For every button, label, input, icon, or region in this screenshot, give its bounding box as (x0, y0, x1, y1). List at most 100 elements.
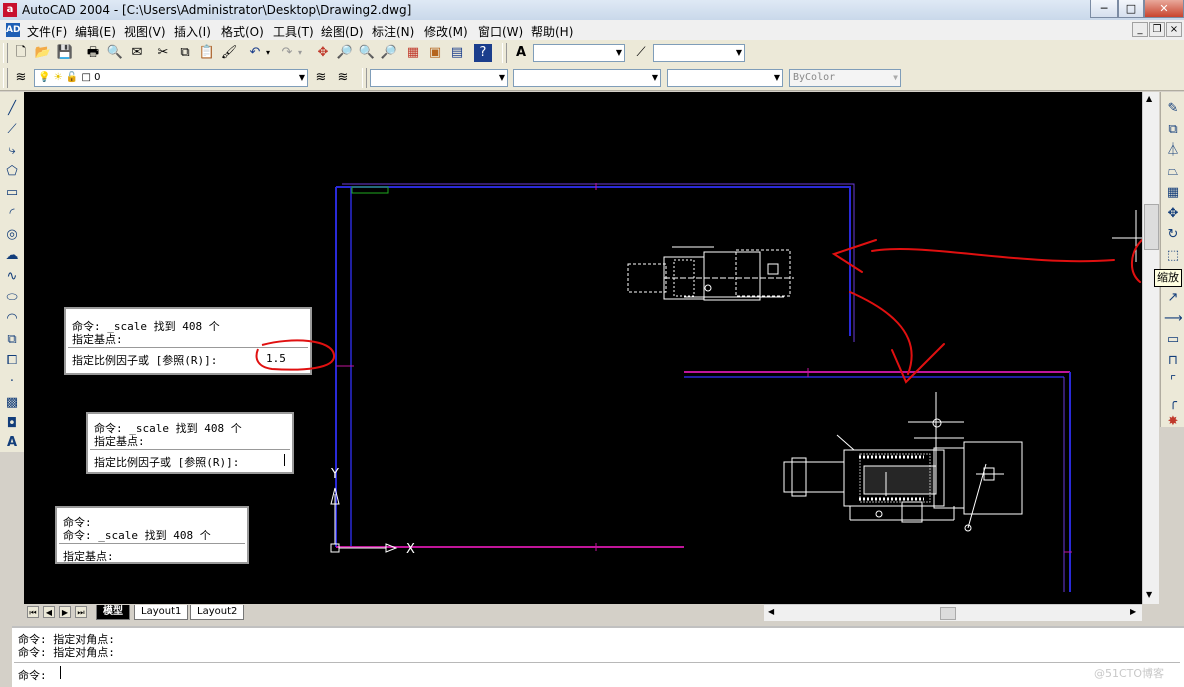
revision-cloud-icon[interactable]: ☁ (3, 247, 21, 265)
new-icon[interactable]: 🗋 (12, 44, 30, 62)
pan-icon[interactable]: ✥ (314, 44, 332, 62)
text-style-select[interactable]: ▼ (533, 44, 625, 62)
scroll-up-icon[interactable]: ▲ (1146, 94, 1152, 103)
insert-block-icon[interactable]: ⧉ (3, 331, 21, 349)
menu-draw[interactable]: 绘图(D) (321, 23, 364, 40)
offset-icon[interactable]: ⏢ (1164, 163, 1182, 181)
layer-select[interactable]: 💡 ☀ 🔓 □ 0 ▼ (34, 69, 308, 87)
redo-dropdown-icon[interactable]: ▾ (298, 48, 302, 57)
menu-window[interactable]: 窗口(W) (478, 23, 523, 40)
undo-icon[interactable]: ↶ (246, 44, 264, 62)
text-style-icon[interactable]: A (512, 44, 530, 62)
plot-style-select[interactable]: ByColor ▼ (789, 69, 901, 87)
publish-icon[interactable]: ✉ (128, 44, 146, 62)
polyline-icon[interactable]: ⤷ (3, 142, 21, 160)
command-input[interactable] (60, 666, 61, 679)
layer-previous-icon[interactable]: ≋ (334, 69, 352, 87)
maximize-button[interactable]: □ (1118, 0, 1144, 18)
tab-last-icon[interactable]: ⏭ (75, 606, 87, 618)
tab-prev-icon[interactable]: ◀ (43, 606, 55, 618)
scale-icon[interactable]: ⬚ (1164, 247, 1182, 265)
region-icon[interactable]: ◘ (3, 415, 21, 433)
tab-layout1[interactable]: Layout1 (134, 605, 189, 620)
redo-icon[interactable]: ↷ (278, 44, 296, 62)
vertical-scrollbar[interactable]: ▲ ▼ (1142, 92, 1159, 604)
line-icon[interactable]: ╱ (3, 100, 21, 118)
scroll-left-icon[interactable]: ◀ (768, 607, 774, 616)
make-block-icon[interactable]: ⧠ (3, 352, 21, 370)
tab-layout2[interactable]: Layout2 (190, 605, 245, 620)
menu-tools[interactable]: 工具(T) (273, 23, 314, 40)
menu-view[interactable]: 视图(V) (124, 23, 166, 40)
cut-icon[interactable]: ✂ (154, 44, 172, 62)
scroll-down-icon[interactable]: ▼ (1146, 590, 1152, 599)
ellipse-icon[interactable]: ⬭ (3, 289, 21, 307)
save-icon[interactable]: 💾 (56, 44, 74, 62)
toolbar-grip[interactable] (362, 68, 367, 88)
help-icon[interactable]: ? (474, 44, 492, 62)
copy-object-icon[interactable]: ⧉ (1164, 121, 1182, 139)
paste-icon[interactable]: 📋 (198, 44, 216, 62)
lengthen-icon[interactable]: ↗ (1164, 289, 1182, 307)
fillet-icon[interactable]: ╭ (1164, 394, 1182, 412)
color-select[interactable]: ▼ (370, 69, 508, 87)
minimize-button[interactable]: ─ (1090, 0, 1118, 18)
menu-file[interactable]: 文件(F) (27, 23, 67, 40)
linetype-select[interactable]: ▼ (513, 69, 661, 87)
erase-icon[interactable]: ✎ (1164, 100, 1182, 118)
doc-restore-button[interactable]: ❐ (1149, 22, 1165, 37)
lineweight-select[interactable]: ▼ (667, 69, 783, 87)
move-icon[interactable]: ✥ (1164, 205, 1182, 223)
print-icon[interactable]: 🖶 (84, 44, 102, 62)
spline-icon[interactable]: ∿ (3, 268, 21, 286)
point-icon[interactable]: · (3, 373, 21, 391)
horizontal-scrollbar[interactable]: ◀ ▶ (764, 604, 1142, 621)
horizontal-scroll-thumb[interactable] (940, 607, 956, 620)
menu-help[interactable]: 帮助(H) (531, 23, 573, 40)
designcenter-icon[interactable]: ▣ (426, 44, 444, 62)
drawing-canvas[interactable]: Y X 命令: _scale 找到 408 个 指定基点: 指定比例因子或 [参… (24, 92, 1142, 604)
extend-icon[interactable]: ⟶ (1164, 310, 1183, 328)
zoom-previous-icon[interactable]: 🔎 (380, 44, 398, 62)
autocad-app-icon[interactable]: a (3, 3, 17, 17)
toolbar-grip[interactable] (502, 43, 507, 63)
vertical-scroll-thumb[interactable] (1144, 204, 1159, 250)
menu-format[interactable]: 格式(O) (221, 23, 264, 40)
match-properties-icon[interactable]: 🖌 (220, 44, 238, 62)
menu-insert[interactable]: 插入(I) (174, 23, 211, 40)
open-icon[interactable]: 📂 (34, 44, 52, 62)
copy-icon[interactable]: ⧉ (176, 44, 194, 62)
arc-icon[interactable]: ◜ (3, 205, 21, 223)
mirror-icon[interactable]: ⏃ (1164, 142, 1182, 160)
close-button[interactable]: ✕ (1144, 0, 1184, 18)
menu-edit[interactable]: 编辑(E) (75, 23, 116, 40)
construction-line-icon[interactable]: ⟋ (3, 121, 21, 139)
zoom-realtime-icon[interactable]: 🔎 (336, 44, 354, 62)
join-icon[interactable]: ⊓ (1164, 352, 1182, 370)
toolbar-grip[interactable] (3, 68, 8, 88)
tab-model[interactable]: 模型 (96, 605, 130, 620)
circle-icon[interactable]: ◎ (3, 226, 21, 244)
tab-next-icon[interactable]: ▶ (59, 606, 71, 618)
chamfer-icon[interactable]: ⌜ (1164, 373, 1182, 391)
polygon-icon[interactable]: ⬠ (3, 163, 21, 181)
explode-icon[interactable]: ✸ (1164, 413, 1182, 431)
hatch-icon[interactable]: ▩ (3, 394, 21, 412)
undo-dropdown-icon[interactable]: ▾ (266, 48, 270, 57)
zoom-window-icon[interactable]: 🔍 (358, 44, 376, 62)
rotate-icon[interactable]: ↻ (1164, 226, 1182, 244)
make-current-layer-icon[interactable]: ≋ (312, 69, 330, 87)
break-icon[interactable]: ▭ (1164, 331, 1182, 349)
layer-manager-icon[interactable]: ≋ (12, 69, 30, 87)
array-icon[interactable]: ▦ (1164, 184, 1182, 202)
ellipse-arc-icon[interactable]: ◠ (3, 310, 21, 328)
multiline-text-icon[interactable]: A (3, 434, 21, 452)
menu-modify[interactable]: 修改(M) (424, 23, 468, 40)
tool-palettes-icon[interactable]: ▤ (448, 44, 466, 62)
dim-style-select[interactable]: ▼ (653, 44, 745, 62)
doc-minimize-button[interactable]: _ (1132, 22, 1148, 37)
tab-first-icon[interactable]: ⏮ (27, 606, 39, 618)
menu-dimension[interactable]: 标注(N) (372, 23, 414, 40)
properties-icon[interactable]: ▦ (404, 44, 422, 62)
document-icon[interactable]: AD (6, 23, 20, 37)
